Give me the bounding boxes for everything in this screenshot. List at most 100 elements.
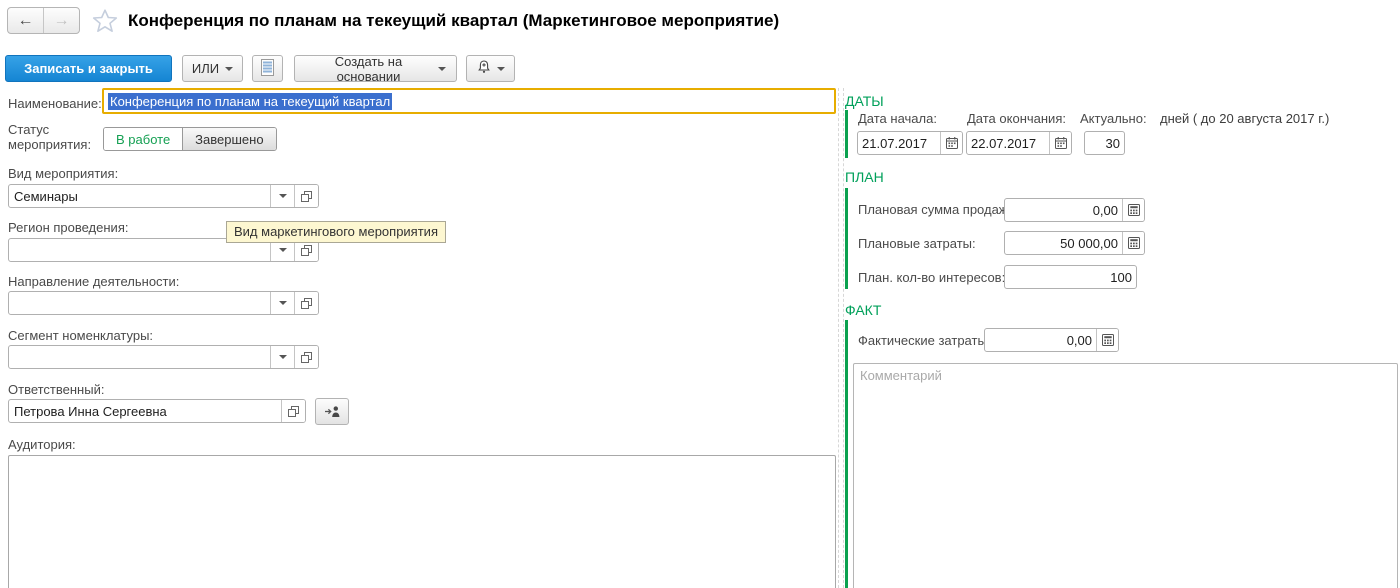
comment-textarea[interactable] [853,363,1398,588]
status-option-finished[interactable]: Завершено [182,128,275,150]
fact-costs-input[interactable] [985,329,1096,351]
plan-interests-input[interactable] [1005,266,1136,288]
open-link-icon [301,245,312,256]
save-and-close-label: Записать и закрыть [24,61,153,76]
open-link-icon [301,352,312,363]
start-date-calendar-button[interactable] [940,132,962,154]
segment-combo [8,345,319,369]
person-arrow-icon [324,405,341,418]
dates-section-heading: ДАТЫ [845,93,884,109]
plan-costs-calc-button[interactable] [1122,232,1144,254]
report-structure-button[interactable] [252,55,283,82]
chevron-down-icon [225,67,233,71]
end-date-calendar-button[interactable] [1049,132,1071,154]
create-based-on-button[interactable]: Создать на основании [294,55,457,82]
calculator-icon [1128,204,1140,216]
calculator-icon [1128,237,1140,249]
calendar-icon [1055,137,1067,149]
dates-section-bar [845,110,848,158]
chevron-down-icon [438,67,446,71]
responsible-field: Петрова Инна Сергеевна [8,399,306,423]
chevron-down-icon [497,67,505,71]
segment-dropdown-button[interactable] [270,346,294,368]
audience-label: Аудитория: [8,437,76,452]
calendar-icon [946,137,958,149]
chevron-down-icon [279,248,287,252]
bell-plus-icon [477,60,491,77]
responsible-value[interactable]: Петрова Инна Сергеевна [9,400,281,422]
responsible-label: Ответственный: [8,382,104,397]
activity-combo [8,291,319,315]
activity-value[interactable] [9,292,270,314]
calculator-icon [1102,334,1114,346]
end-date-input[interactable] [967,132,1049,154]
start-date-field [857,131,963,155]
chevron-down-icon [279,355,287,359]
ili-label: ИЛИ [192,61,219,76]
name-input[interactable]: Конференция по планам на текеущий кварта… [102,88,836,114]
plan-interests-label: План. кол-во интересов: [858,270,1005,285]
back-arrow-icon: ← [18,12,34,30]
start-date-input[interactable] [858,132,940,154]
create-based-on-label: Создать на основании [305,54,432,84]
plan-sales-label: Плановая сумма продаж: [858,202,1011,217]
status-label: Статус мероприятия: [8,122,96,152]
fact-costs-label: Фактические затраты: [858,333,990,348]
region-label: Регион проведения: [8,220,128,235]
list-stack-icon [261,59,274,79]
plan-costs-field [1004,231,1145,255]
plan-section-bar [845,188,848,289]
segment-open-button[interactable] [294,346,318,368]
audience-textarea[interactable] [8,455,836,588]
activity-open-button[interactable] [294,292,318,314]
actual-days-input[interactable] [1085,132,1124,154]
forward-arrow-icon: → [54,12,70,30]
plan-sales-field [1004,198,1145,222]
event-type-value[interactable]: Семинары [9,185,270,207]
forward-button[interactable]: → [44,8,79,33]
segment-label: Сегмент номенклатуры: [8,328,153,343]
fact-section-bar [845,320,848,588]
plan-section-heading: ПЛАН [845,169,884,185]
event-form-window: ← → Конференция по планам на текеущий кв… [0,0,1400,588]
activity-dropdown-button[interactable] [270,292,294,314]
event-type-label: Вид мероприятия: [8,166,118,181]
favorite-star-icon[interactable] [92,8,118,37]
actual-days-field [1084,131,1125,155]
segment-value[interactable] [9,346,270,368]
plan-costs-input[interactable] [1005,232,1122,254]
event-type-dropdown-button[interactable] [270,185,294,207]
event-type-tooltip: Вид маркетингового мероприятия [226,221,446,243]
plan-sales-calc-button[interactable] [1122,199,1144,221]
fact-section-heading: ФАКТ [845,302,881,318]
open-link-icon [288,406,299,417]
save-and-close-button[interactable]: Записать и закрыть [5,55,172,82]
ili-menu-button[interactable]: ИЛИ [182,55,243,82]
panel-splitter[interactable] [838,88,844,588]
end-date-field [966,131,1072,155]
responsible-open-button[interactable] [281,400,305,422]
back-button[interactable]: ← [8,8,44,33]
event-type-combo: Семинары [8,184,319,208]
plan-interests-field [1004,265,1137,289]
open-link-icon [301,191,312,202]
page-title: Конференция по планам на текеущий кварта… [128,11,779,31]
fact-costs-field [984,328,1119,352]
history-nav: ← → [7,7,80,34]
open-link-icon [301,298,312,309]
end-date-label: Дата окончания: [967,111,1066,126]
status-toggle: В работе Завершено [103,127,277,151]
chevron-down-icon [279,194,287,198]
name-selected-text: Конференция по планам на текеущий кварта… [108,93,392,110]
fact-costs-calc-button[interactable] [1096,329,1118,351]
plan-sales-input[interactable] [1005,199,1122,221]
chevron-down-icon [279,301,287,305]
assign-me-button[interactable] [315,398,349,425]
actual-days-suffix: дней ( до 20 августа 2017 г.) [1160,111,1329,126]
status-option-in-progress[interactable]: В работе [104,128,182,150]
activity-label: Направление деятельности: [8,274,179,289]
name-label: Наименование: [8,96,102,111]
reminder-menu-button[interactable] [466,55,515,82]
plan-costs-label: Плановые затраты: [858,236,976,251]
event-type-open-button[interactable] [294,185,318,207]
